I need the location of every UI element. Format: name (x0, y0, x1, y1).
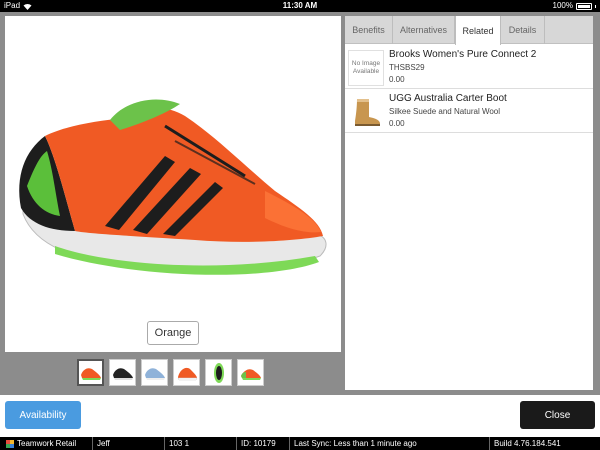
related-item-image: No Image Available (348, 50, 384, 86)
tab-related[interactable]: Related (455, 16, 501, 45)
shoe-orange-side-thumbnail-icon (177, 367, 197, 380)
product-info-panel: Benefits Alternatives Related Details No… (345, 16, 593, 390)
shoe-top-thumbnail-icon (240, 368, 261, 380)
footer-sync-status: Last Sync: Less than 1 minute ago (289, 437, 417, 450)
thumbnail-strip (77, 359, 264, 386)
footer-build: Build 4.76.184.541 (489, 437, 561, 450)
shoe-black-thumbnail-icon (112, 367, 133, 380)
boot-icon (355, 99, 380, 126)
brand: Teamwork Retail (6, 437, 76, 450)
list-item[interactable]: No Image Available Brooks Women's Pure C… (345, 45, 593, 89)
app-status-footer: Teamwork Retail Jeff 103 1 ID: 10179 Las… (0, 437, 600, 450)
thumbnail-1[interactable] (77, 359, 104, 386)
footer-id: ID: 10179 (236, 437, 276, 450)
ios-status-bar: iPad 11:30 AM 100% (0, 0, 600, 12)
list-item[interactable]: UGG Australia Carter Boot Silkee Suede a… (345, 89, 593, 133)
availability-button[interactable]: Availability (5, 401, 81, 429)
product-image-panel: Orange (5, 16, 341, 352)
footer-store: 103 1 (164, 437, 189, 450)
related-item-image (348, 94, 384, 130)
battery-icon (576, 2, 592, 10)
thumbnail-4[interactable] (173, 359, 200, 386)
related-products-list: No Image Available Brooks Women's Pure C… (345, 45, 593, 133)
footer-user: Jeff (92, 437, 110, 450)
related-item-price: 0.00 (389, 75, 405, 84)
thumbnail-2[interactable] (109, 359, 136, 386)
clock: 11:30 AM (282, 1, 318, 10)
info-tabs: Benefits Alternatives Related Details (345, 16, 593, 45)
teamwork-logo-icon (6, 439, 14, 448)
tab-alternatives[interactable]: Alternatives (393, 16, 455, 44)
related-item-name: Brooks Women's Pure Connect 2 (389, 49, 537, 60)
related-item-price: 0.00 (389, 119, 405, 128)
shoe-blue-thumbnail-icon (144, 367, 165, 380)
close-button[interactable]: Close (520, 401, 595, 429)
related-item-description: Silkee Suede and Natural Wool (389, 107, 501, 116)
related-item-name: UGG Australia Carter Boot (389, 93, 507, 104)
color-selector-button[interactable]: Orange (147, 321, 199, 345)
shoe-orange-thumbnail-icon (80, 367, 101, 380)
brand-name: Teamwork Retail (17, 439, 77, 448)
product-image[interactable] (15, 96, 331, 296)
battery-indicator: 100% (553, 0, 596, 12)
thumbnail-6[interactable] (237, 359, 264, 386)
tab-benefits[interactable]: Benefits (345, 16, 393, 44)
thumbnail-5[interactable] (205, 359, 232, 386)
tab-details[interactable]: Details (501, 16, 545, 44)
shoe-sole-thumbnail-icon (213, 362, 224, 383)
running-shoe-icon (19, 99, 327, 275)
no-image-placeholder: No Image Available (348, 50, 384, 86)
action-bar: Availability Close (0, 395, 600, 437)
related-item-sku: THSBS29 (389, 63, 425, 72)
battery-percent: 100% (552, 1, 573, 10)
thumbnail-3[interactable] (141, 359, 168, 386)
